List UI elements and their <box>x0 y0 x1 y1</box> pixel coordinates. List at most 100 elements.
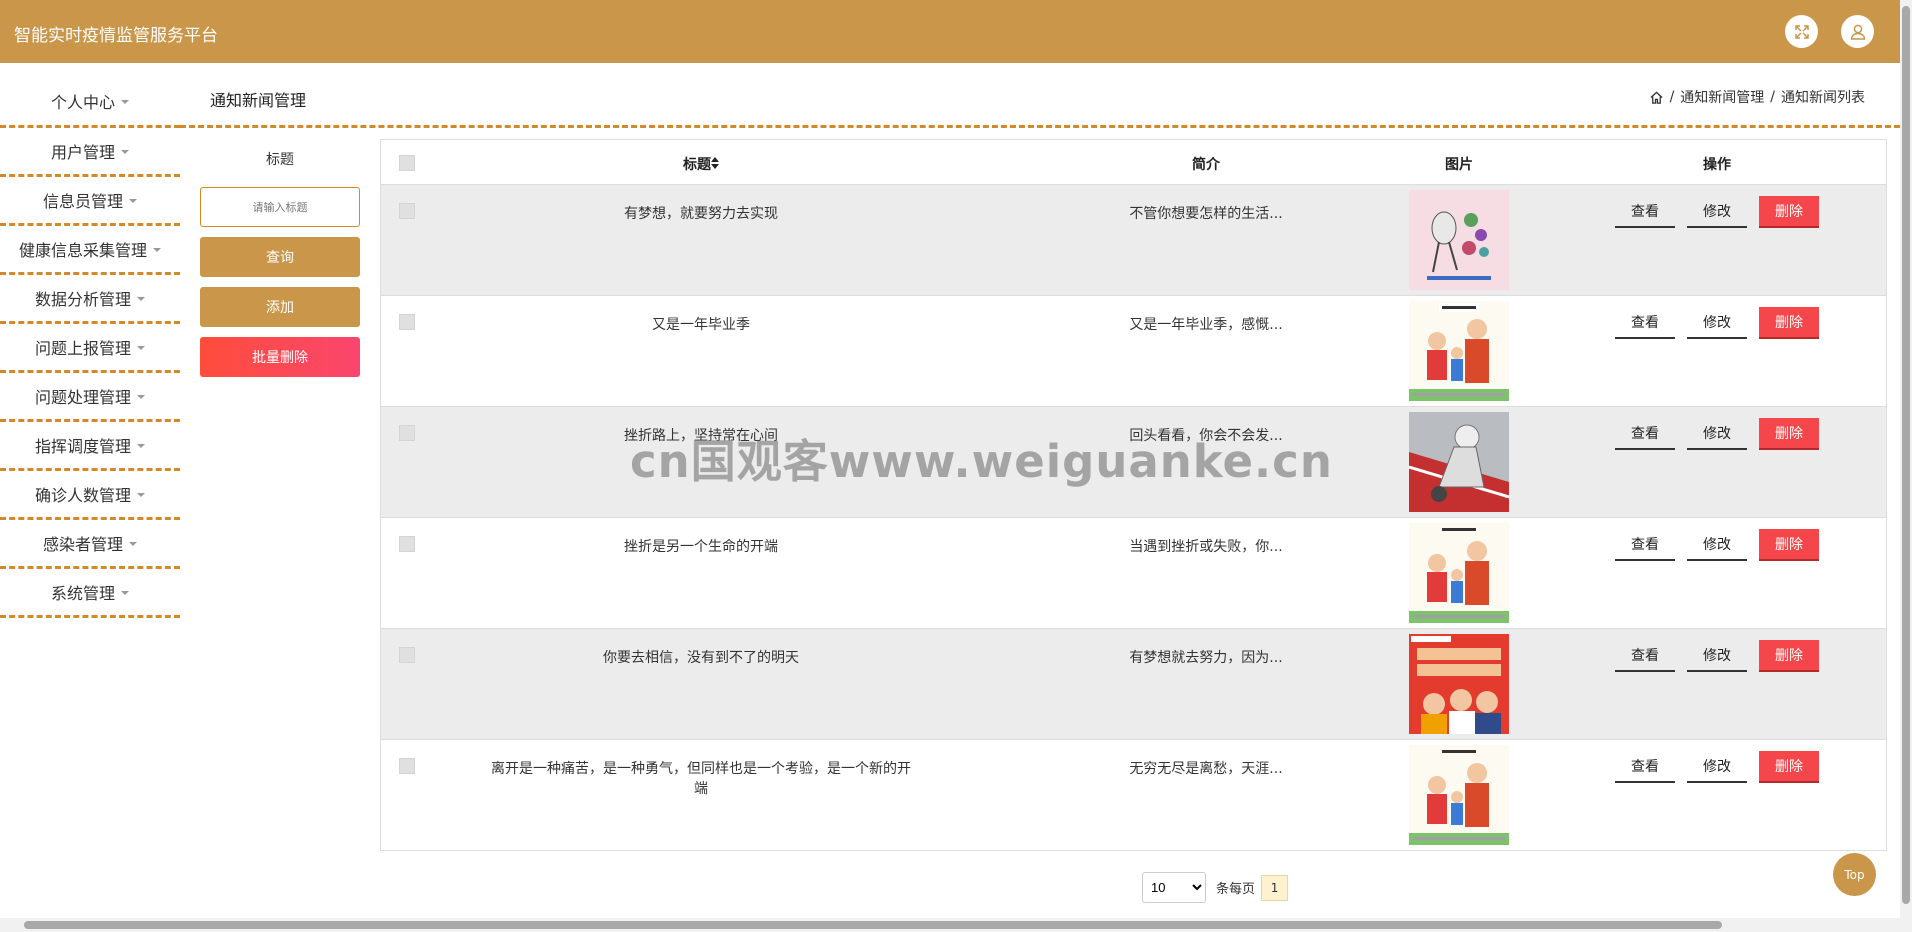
edit-button[interactable]: 修改 <box>1687 529 1747 561</box>
breadcrumb: / 通知新闻管理 / 通知新闻列表 <box>1649 87 1865 107</box>
home-icon[interactable] <box>1649 90 1664 105</box>
per-page-label: 条每页 <box>1216 882 1256 897</box>
page-title: 通知新闻管理 <box>210 91 307 110</box>
row-checkbox[interactable] <box>399 758 415 774</box>
add-button[interactable]: 添加 <box>200 287 360 327</box>
row-thumbnail[interactable] <box>1409 190 1509 290</box>
row-brief: 当遇到挫折或失败，你... <box>1129 539 1283 555</box>
breadcrumb-item-current: 通知新闻列表 <box>1781 90 1865 106</box>
edit-button[interactable]: 修改 <box>1687 751 1747 783</box>
view-button[interactable]: 查看 <box>1615 196 1675 228</box>
delete-button[interactable]: 删除 <box>1759 196 1819 228</box>
row-title: 你要去相信，没有到不了的明天 <box>603 650 799 666</box>
user-icon <box>1850 24 1865 40</box>
row-thumbnail[interactable] <box>1409 301 1509 401</box>
edit-button[interactable]: 修改 <box>1687 196 1747 228</box>
page-number-button[interactable]: 1 <box>1261 874 1289 901</box>
delete-button[interactable]: 删除 <box>1759 529 1819 561</box>
row-checkbox[interactable] <box>399 425 415 441</box>
caret-down-icon <box>137 444 145 448</box>
row-brief: 不管你想要怎样的生活... <box>1129 206 1283 222</box>
delete-button[interactable]: 删除 <box>1759 307 1819 339</box>
row-checkbox[interactable] <box>399 203 415 219</box>
table-row: 有梦想，就要努力去实现 不管你想要怎样的生活... 查看 修改 删除 <box>381 185 1886 296</box>
row-actions: 查看 修改 删除 <box>1615 196 1819 228</box>
column-header-brief: 简介 <box>1192 157 1220 173</box>
edit-button[interactable]: 修改 <box>1687 418 1747 450</box>
sidebar-menu: 个人中心 用户管理 信息员管理 健康信息采集管理 数据分析管理 问题上报管理 问… <box>0 76 180 618</box>
view-button[interactable]: 查看 <box>1615 529 1675 561</box>
page-header: 通知新闻管理 / 通知新闻管理 / 通知新闻列表 <box>180 63 1900 128</box>
table-row: 离开是一种痛苦，是一种勇气，但同样也是一个考验，是一个新的开端 无穷无尽是离愁，… <box>381 740 1886 851</box>
table-row: 你要去相信，没有到不了的明天 有梦想就去努力，因为... 查看 修改 删除 <box>381 629 1886 740</box>
column-header-title[interactable]: 标题 <box>491 154 911 174</box>
row-actions: 查看 修改 删除 <box>1615 529 1819 561</box>
row-title: 有梦想，就要努力去实现 <box>624 206 778 222</box>
caret-down-icon <box>129 199 137 203</box>
pagination: 10 条每页 1 <box>1142 872 1289 903</box>
sidebar-item-issue-handling[interactable]: 问题处理管理 <box>0 373 180 422</box>
breadcrumb-item[interactable]: 通知新闻管理 <box>1680 87 1764 107</box>
back-to-top-button[interactable]: Top <box>1833 853 1876 896</box>
delete-button[interactable]: 删除 <box>1759 418 1819 450</box>
caret-down-icon <box>129 542 137 546</box>
table-header: 标题 简介 图片 操作 <box>381 140 1886 185</box>
view-button[interactable]: 查看 <box>1615 418 1675 450</box>
caret-down-icon <box>137 395 145 399</box>
caret-down-icon <box>153 248 161 252</box>
sidebar-item-personal-center[interactable]: 个人中心 <box>0 76 180 128</box>
row-brief: 又是一年毕业季，感慨... <box>1129 317 1283 333</box>
sidebar-item-dispatch[interactable]: 指挥调度管理 <box>0 422 180 471</box>
horizontal-scrollbar[interactable] <box>0 918 1900 932</box>
select-all-checkbox[interactable] <box>399 155 415 171</box>
caret-down-icon <box>121 591 129 595</box>
row-brief: 无穷无尽是离愁，天涯... <box>1129 761 1283 777</box>
page-size-select[interactable]: 10 <box>1142 872 1206 903</box>
row-brief: 有梦想就去努力，因为... <box>1129 650 1283 666</box>
row-actions: 查看 修改 删除 <box>1615 307 1819 339</box>
title-search-input[interactable] <box>200 187 360 227</box>
user-button[interactable] <box>1841 15 1874 48</box>
view-button[interactable]: 查看 <box>1615 640 1675 672</box>
sidebar-item-health-info[interactable]: 健康信息采集管理 <box>0 226 180 275</box>
row-actions: 查看 修改 删除 <box>1615 418 1819 450</box>
row-checkbox[interactable] <box>399 536 415 552</box>
row-thumbnail[interactable] <box>1409 634 1509 734</box>
news-table: 标题 简介 图片 操作 有梦想，就要努力去实现 不管你想要怎样的生活... 查看… <box>380 139 1887 851</box>
app-title: 智能实时疫情监管服务平台 <box>14 26 218 46</box>
sidebar-item-users[interactable]: 用户管理 <box>0 128 180 177</box>
row-thumbnail[interactable] <box>1409 412 1509 512</box>
view-button[interactable]: 查看 <box>1615 751 1675 783</box>
query-button[interactable]: 查询 <box>200 237 360 277</box>
delete-button[interactable]: 删除 <box>1759 751 1819 783</box>
table-row: 挫折是另一个生命的开端 当遇到挫折或失败，你... 查看 修改 删除 <box>381 518 1886 629</box>
fullscreen-button[interactable] <box>1785 15 1818 48</box>
batch-delete-button[interactable]: 批量删除 <box>200 337 360 377</box>
row-title: 又是一年毕业季 <box>652 317 750 333</box>
sidebar-item-confirmed-cases[interactable]: 确诊人数管理 <box>0 471 180 520</box>
sidebar-item-infected[interactable]: 感染者管理 <box>0 520 180 569</box>
row-thumbnail[interactable] <box>1409 745 1509 845</box>
caret-down-icon <box>137 297 145 301</box>
top-bar: 智能实时疫情监管服务平台 <box>0 0 1900 63</box>
row-thumbnail[interactable] <box>1409 523 1509 623</box>
row-title: 挫折是另一个生命的开端 <box>624 539 778 555</box>
sidebar-item-issue-report[interactable]: 问题上报管理 <box>0 324 180 373</box>
sidebar-item-informants[interactable]: 信息员管理 <box>0 177 180 226</box>
delete-button[interactable]: 删除 <box>1759 640 1819 672</box>
caret-down-icon <box>137 493 145 497</box>
table-row: 挫折路上，坚持常在心间 回头看看，你会不会发... 查看 修改 删除 <box>381 407 1886 518</box>
row-title: 离开是一种痛苦，是一种勇气，但同样也是一个考验，是一个新的开端 <box>491 761 911 797</box>
fullscreen-icon <box>1794 24 1809 39</box>
edit-button[interactable]: 修改 <box>1687 640 1747 672</box>
row-checkbox[interactable] <box>399 647 415 663</box>
sidebar-item-data-analysis[interactable]: 数据分析管理 <box>0 275 180 324</box>
row-brief: 回头看看，你会不会发... <box>1129 428 1283 444</box>
sidebar-item-system[interactable]: 系统管理 <box>0 569 180 618</box>
row-checkbox[interactable] <box>399 314 415 330</box>
view-button[interactable]: 查看 <box>1615 307 1675 339</box>
edit-button[interactable]: 修改 <box>1687 307 1747 339</box>
sort-icon[interactable] <box>711 157 719 169</box>
vertical-scrollbar[interactable] <box>1900 0 1912 932</box>
row-title: 挫折路上，坚持常在心间 <box>624 428 778 444</box>
